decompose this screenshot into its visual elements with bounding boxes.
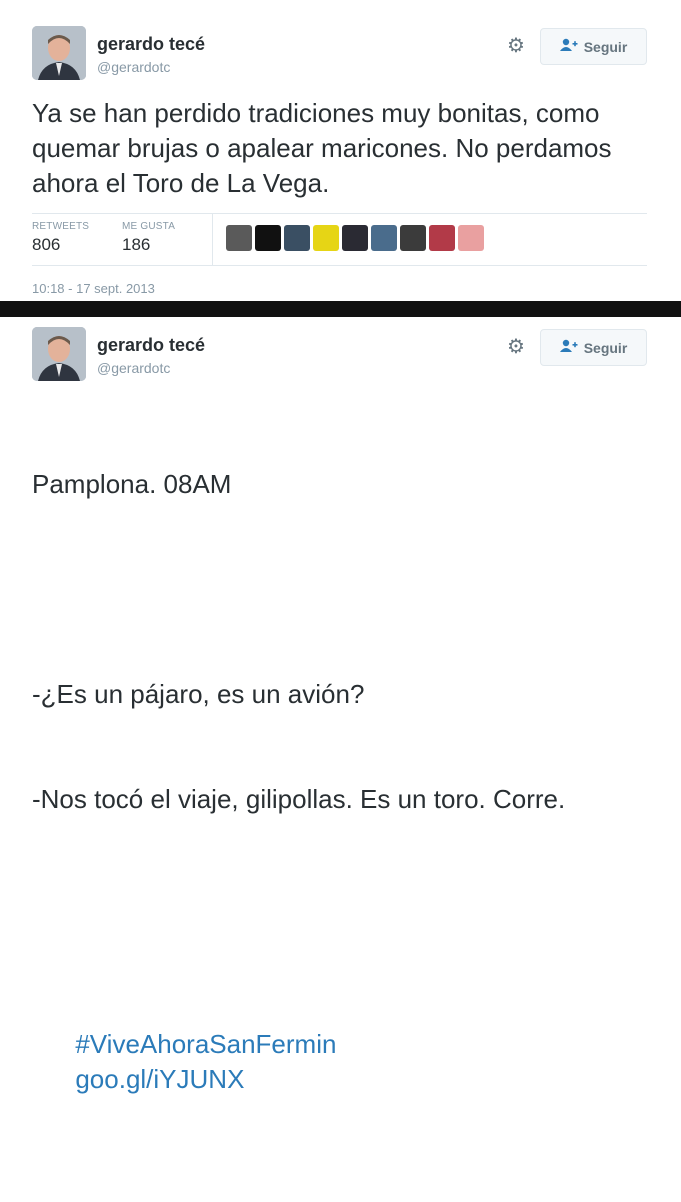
liker-avatar[interactable]: [226, 225, 252, 251]
tweet-line: Pamplona. 08AM: [32, 469, 232, 499]
avatar[interactable]: [32, 26, 86, 80]
likes-stat[interactable]: ME GUSTA 186: [122, 221, 175, 255]
screenshot-divider: [0, 301, 681, 317]
author-handle[interactable]: @gerardotc: [97, 59, 170, 75]
liker-avatar[interactable]: [255, 225, 281, 251]
follow-label: Seguir: [583, 339, 628, 356]
liker-avatar[interactable]: [284, 225, 310, 251]
tweet-card: gerardo tecé @gerardotc ⚙ Seguir Ya se h…: [0, 0, 681, 301]
liker-avatar[interactable]: [371, 225, 397, 251]
liker-avatar[interactable]: [400, 225, 426, 251]
tweet-text: Pamplona. 08AM -¿Es un pájaro, es un avi…: [32, 397, 662, 1202]
add-user-icon: [559, 38, 578, 55]
tweet-text: Ya se han perdido tradiciones muy bonita…: [32, 98, 619, 198]
add-user-icon: [559, 339, 578, 356]
retweets-stat[interactable]: RETWEETS 806: [32, 221, 89, 255]
retweets-label: RETWEETS: [32, 221, 90, 232]
author-name[interactable]: gerardo tecé: [97, 34, 205, 55]
url-link[interactable]: goo.gl/iYJUNX: [75, 1064, 244, 1094]
tweet-line: -Nos tocó el viaje, gilipollas. Es un to…: [32, 784, 566, 814]
retweets-value: 806: [32, 235, 61, 254]
follow-button[interactable]: Seguir: [540, 329, 647, 366]
author-handle[interactable]: @gerardotc: [97, 360, 170, 376]
liker-avatar[interactable]: [429, 225, 455, 251]
stats-divider: [212, 214, 213, 265]
tweet-links: #ViveAhoraSanFermin goo.gl/iYJUNX: [32, 992, 662, 1132]
liker-avatars: [226, 225, 484, 251]
avatar[interactable]: [32, 327, 86, 381]
likes-label: ME GUSTA: [122, 221, 176, 232]
tweet-stats: RETWEETS 806 ME GUSTA 186: [32, 213, 647, 266]
follow-label: Seguir: [583, 38, 628, 55]
liker-avatar[interactable]: [458, 225, 484, 251]
tweet-line: [32, 572, 662, 607]
follow-button[interactable]: Seguir: [540, 28, 647, 65]
tweet-line: [32, 887, 662, 922]
tweet-card: gerardo tecé @gerardotc ⚙ Seguir Pamplon…: [0, 317, 681, 1094]
liker-avatar[interactable]: [313, 225, 339, 251]
hashtag-link[interactable]: #ViveAhoraSanFermin: [75, 1029, 336, 1059]
gear-icon[interactable]: ⚙: [505, 35, 527, 57]
likes-value: 186: [122, 235, 151, 254]
liker-avatar[interactable]: [342, 225, 368, 251]
tweet-line: -¿Es un pájaro, es un avión?: [32, 679, 365, 709]
gear-icon[interactable]: ⚙: [505, 336, 527, 358]
author-name[interactable]: gerardo tecé: [97, 335, 205, 356]
tweet-timestamp[interactable]: 10:18 - 17 sept. 2013: [32, 281, 155, 296]
